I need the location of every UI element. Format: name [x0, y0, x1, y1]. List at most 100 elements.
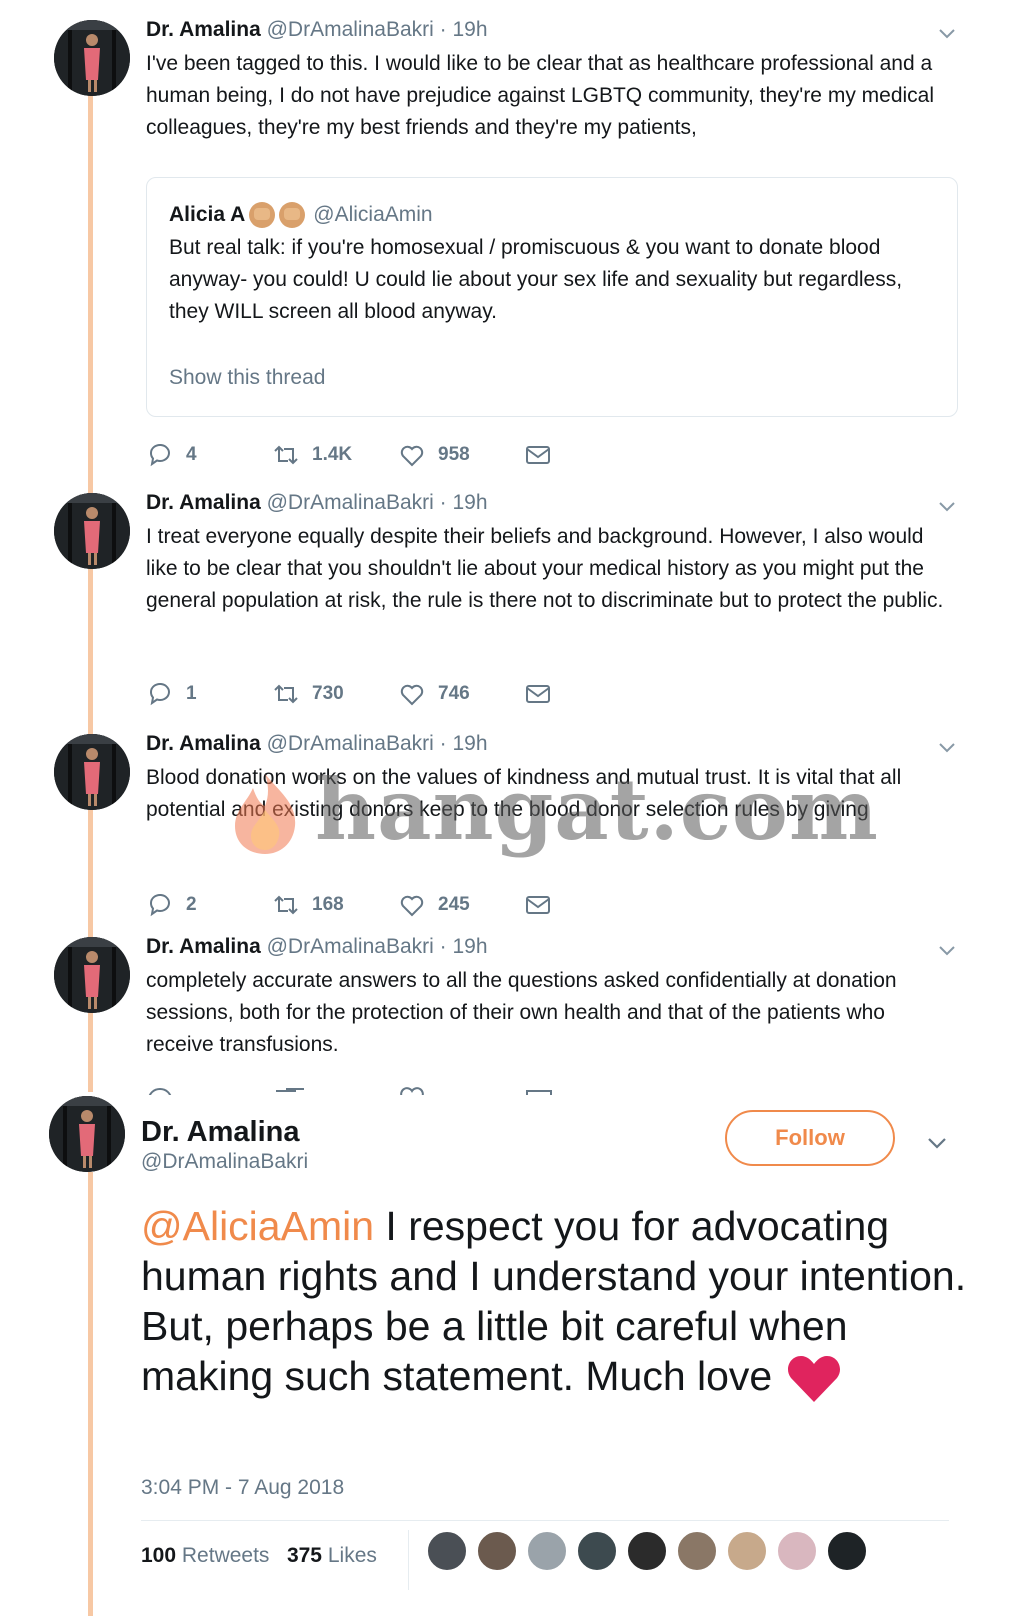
- like-button[interactable]: 746: [398, 679, 470, 709]
- author-handle[interactable]: @DrAmalinaBakri: [267, 935, 434, 958]
- tweet-time[interactable]: 19h: [453, 18, 488, 41]
- tweet-time[interactable]: 19h: [453, 935, 488, 958]
- retweet-button[interactable]: 168: [272, 890, 344, 920]
- stats-divider: [408, 1530, 409, 1590]
- author-handle[interactable]: @DrAmalinaBakri: [267, 491, 434, 514]
- avatar[interactable]: [54, 734, 130, 810]
- retweet-count: 1.4K: [312, 444, 353, 465]
- tweet-header: Dr. Amalina @DrAmalinaBakri · 19h: [146, 935, 488, 959]
- thread-line-main: [88, 1172, 93, 1616]
- retweet-icon: [274, 445, 298, 465]
- author-name[interactable]: Dr. Amalina: [146, 732, 261, 755]
- tweet-timestamp[interactable]: 3:04 PM - 7 Aug 2018: [141, 1476, 344, 1500]
- like-count: 746: [438, 683, 470, 704]
- author-name[interactable]: Dr. Amalina: [146, 18, 261, 41]
- likes-stat[interactable]: 375 Likes: [287, 1544, 377, 1567]
- author-handle[interactable]: @DrAmalinaBakri: [267, 18, 434, 41]
- quote-author-handle: @AliciaAmin: [313, 203, 433, 226]
- retweets-count: 100: [141, 1544, 177, 1567]
- chevron-down-icon[interactable]: [936, 495, 958, 517]
- author-handle[interactable]: @DrAmalinaBakri: [267, 732, 434, 755]
- like-button[interactable]: 958: [398, 440, 470, 470]
- avatar[interactable]: [54, 493, 130, 569]
- retweet-button[interactable]: 730: [272, 679, 344, 709]
- liker-avatar[interactable]: [626, 1530, 668, 1572]
- like-button[interactable]: 245: [398, 890, 470, 920]
- tweet-stats: 100 Retweets 375 Likes: [141, 1544, 377, 1568]
- reply-icon: [149, 443, 170, 467]
- quote-author-name: Alicia A: [169, 203, 246, 226]
- liker-avatar[interactable]: [426, 1530, 468, 1572]
- separator: ·: [439, 935, 447, 958]
- reply-count: 4: [186, 444, 197, 465]
- likes-label: Likes: [327, 1544, 377, 1567]
- liker-avatar[interactable]: [526, 1530, 568, 1572]
- tweet-header: Dr. Amalina @DrAmalinaBakri · 19h: [146, 491, 488, 515]
- reply-button[interactable]: 1: [146, 679, 197, 709]
- tweet-time[interactable]: 19h: [453, 491, 488, 514]
- liker-avatars: [426, 1530, 876, 1572]
- liker-avatar[interactable]: [826, 1530, 868, 1572]
- tweet-time[interactable]: 19h: [453, 732, 488, 755]
- main-author-handle[interactable]: @DrAmalinaBakri: [141, 1150, 308, 1174]
- retweets-label: Retweets: [181, 1544, 270, 1567]
- follow-button[interactable]: Follow: [725, 1110, 895, 1166]
- main-author-name[interactable]: Dr. Amalina: [141, 1116, 299, 1149]
- retweet-icon: [274, 684, 298, 704]
- liker-avatar[interactable]: [776, 1530, 818, 1572]
- retweet-icon: [274, 895, 298, 915]
- tweet-actions: 4 1.4K 958: [146, 440, 646, 470]
- show-thread-link[interactable]: Show this thread: [169, 366, 325, 390]
- like-icon: [400, 895, 424, 917]
- dm-button[interactable]: [524, 440, 552, 470]
- like-count: 958: [438, 444, 470, 465]
- retweet-count: 730: [312, 683, 344, 704]
- tweet-actions: 2 168 245: [146, 890, 646, 920]
- reply-count: 1: [186, 683, 197, 704]
- chevron-down-icon[interactable]: [925, 1130, 949, 1154]
- author-name[interactable]: Dr. Amalina: [146, 935, 261, 958]
- retweets-stat[interactable]: 100 Retweets: [141, 1544, 269, 1567]
- tweet-3[interactable]: Dr. Amalina @DrAmalinaBakri · 19h Blood …: [0, 724, 1024, 930]
- reply-button[interactable]: 2: [146, 890, 197, 920]
- retweet-count: 168: [312, 894, 344, 915]
- quoted-tweet[interactable]: Alicia A @AliciaAmin But real talk: if y…: [146, 177, 958, 417]
- liker-avatar[interactable]: [476, 1530, 518, 1572]
- dm-icon: [526, 685, 550, 703]
- chevron-down-icon[interactable]: [936, 22, 958, 44]
- separator: ·: [439, 491, 447, 514]
- tweet-header: Dr. Amalina @DrAmalinaBakri · 19h: [146, 18, 488, 42]
- liker-avatar[interactable]: [576, 1530, 618, 1572]
- tweet-text: Blood donation works on the values of ki…: [146, 766, 902, 821]
- quote-text: But real talk: if you're homosexual / pr…: [169, 236, 903, 323]
- avatar[interactable]: [54, 20, 130, 96]
- fist-emoji-icon: [279, 202, 306, 228]
- like-count: 245: [438, 894, 470, 915]
- tweet-4[interactable]: Dr. Amalina @DrAmalinaBakri · 19h comple…: [0, 927, 1024, 1097]
- quote-header: Alicia A @AliciaAmin: [169, 202, 433, 228]
- separator: ·: [439, 18, 447, 41]
- dm-button[interactable]: [524, 679, 552, 709]
- reply-count: 2: [186, 894, 197, 915]
- retweet-button[interactable]: 1.4K: [272, 440, 352, 470]
- likes-count: 375: [286, 1544, 322, 1567]
- dm-button[interactable]: [524, 890, 552, 920]
- liker-avatar[interactable]: [726, 1530, 768, 1572]
- tweet-1[interactable]: Dr. Amalina @DrAmalinaBakri · 19h I've b…: [0, 0, 1024, 470]
- fist-emoji-icon: [249, 202, 276, 228]
- tweet-2[interactable]: Dr. Amalina @DrAmalinaBakri · 19h I trea…: [0, 483, 1024, 719]
- avatar[interactable]: [54, 937, 130, 1013]
- divider: [141, 1520, 949, 1521]
- like-icon: [400, 445, 424, 467]
- liker-avatar[interactable]: [676, 1530, 718, 1572]
- like-icon: [400, 684, 424, 706]
- main-avatar[interactable]: [49, 1096, 125, 1172]
- mention-link[interactable]: @AliciaAmin: [141, 1203, 374, 1249]
- reply-button[interactable]: 4: [146, 440, 197, 470]
- separator: ·: [439, 732, 447, 755]
- chevron-down-icon[interactable]: [936, 736, 958, 758]
- action-icons-cropped: [148, 1087, 552, 1095]
- tweet-text: completely accurate answers to all the q…: [146, 969, 897, 1056]
- author-name[interactable]: Dr. Amalina: [146, 491, 261, 514]
- chevron-down-icon[interactable]: [936, 939, 958, 961]
